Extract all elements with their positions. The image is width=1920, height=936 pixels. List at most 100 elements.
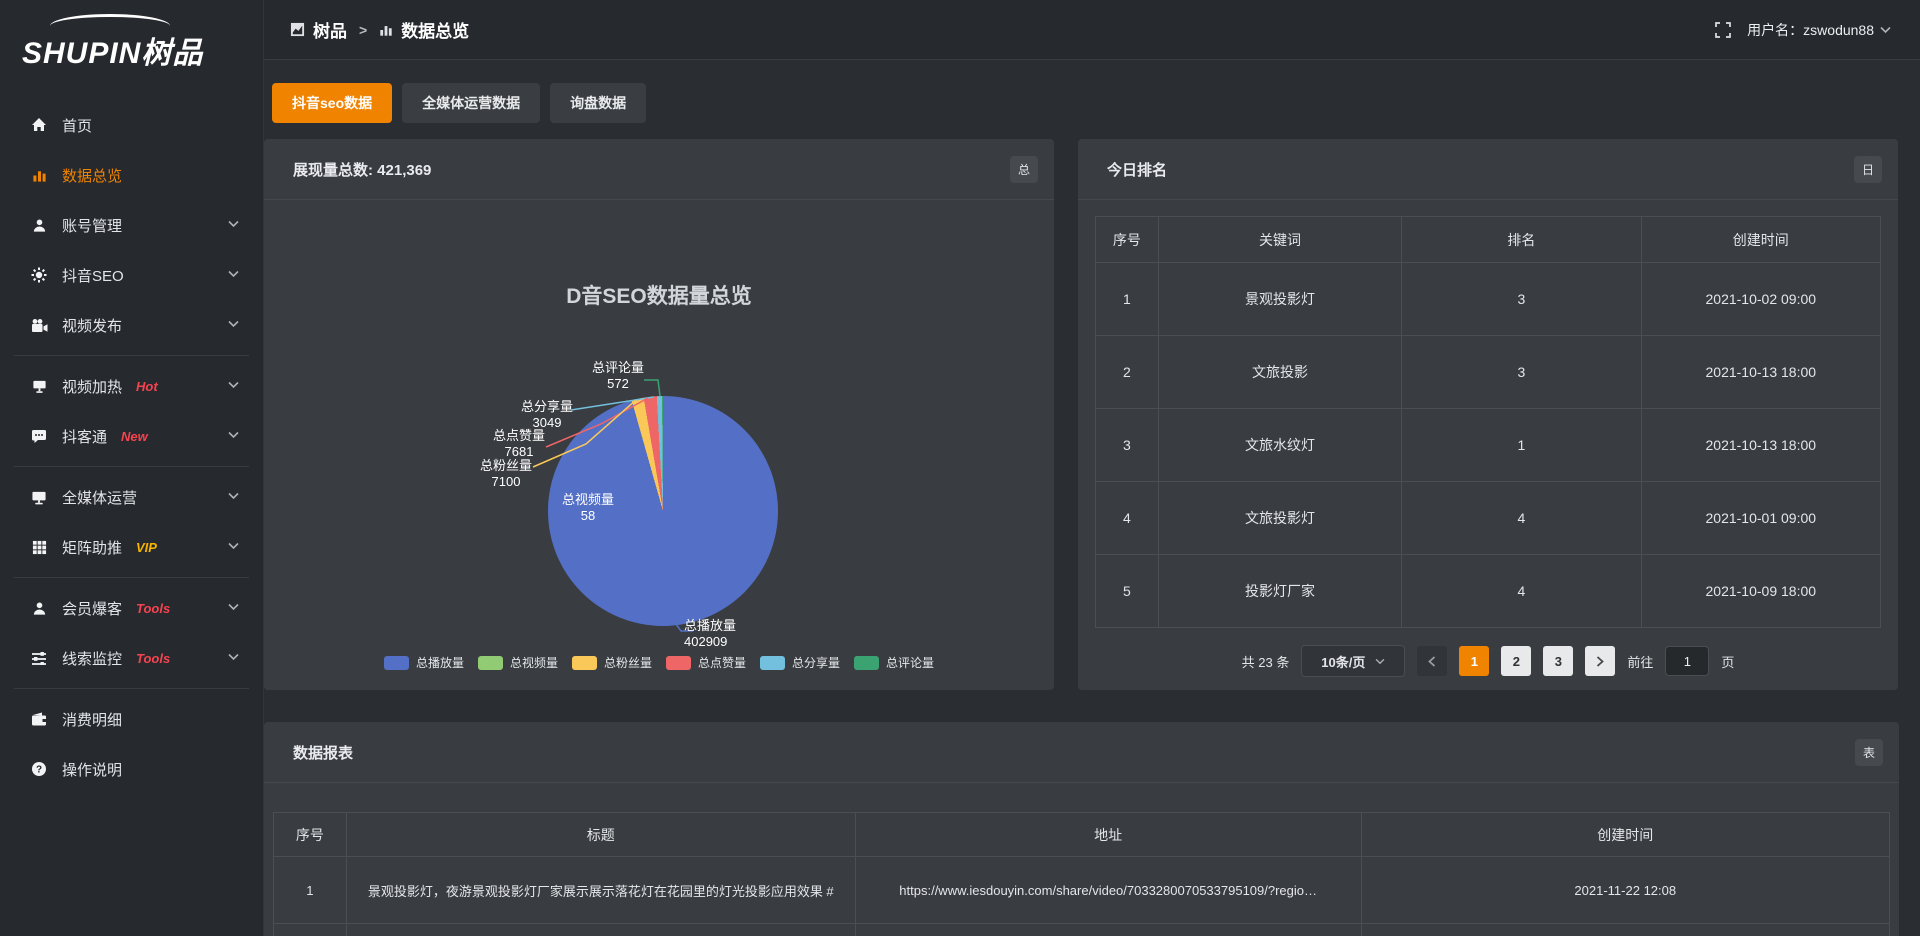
prev-page-button[interactable]: [1417, 646, 1447, 676]
impressions-total: 展现量总数: 421,369: [293, 159, 431, 180]
sidebar-item-label: 操作说明: [62, 759, 122, 780]
table-row[interactable]: 1 景观投影灯 3 2021-10-02 09:00: [1096, 263, 1881, 336]
cell-index: [274, 924, 347, 936]
cell-title: 景观投影灯，夜游景观投影灯厂家展示展示落花灯在花园里的灯光投影应用效果 #: [346, 857, 855, 924]
sidebar-item-account[interactable]: 账号管理: [0, 200, 263, 250]
cell-keyword: 投影灯厂家: [1158, 555, 1401, 628]
table-row[interactable]: 4 文旅投影灯 4 2021-10-01 09:00: [1096, 482, 1881, 555]
new-badge: New: [121, 429, 148, 444]
cell-keyword: 文旅投影灯: [1158, 482, 1401, 555]
sidebar-item-doketong[interactable]: 抖客通 New: [0, 411, 263, 461]
legend-item-likes[interactable]: 总点赞量: [666, 654, 746, 671]
tab-douyin-seo-data[interactable]: 抖音seo数据: [272, 83, 392, 123]
chevron-down-icon: [228, 603, 239, 611]
legend-item-plays[interactable]: 总播放量: [384, 654, 464, 671]
page-button-1[interactable]: 1: [1459, 646, 1489, 676]
cell-title: [346, 924, 855, 936]
sidebar-divider: [14, 466, 249, 467]
bar-chart-icon: [30, 167, 48, 183]
sidebar-item-douyin-seo[interactable]: 抖音SEO: [0, 250, 263, 300]
page-size-select[interactable]: 10条/页: [1301, 645, 1405, 677]
legend-item-comments[interactable]: 总评论量: [854, 654, 934, 671]
sidebar-item-all-media[interactable]: 全媒体运营: [0, 472, 263, 522]
sidebar-item-matrix-boost[interactable]: 矩阵助推 VIP: [0, 522, 263, 572]
sidebar-menu: 首页 数据总览 账号管理 抖音SEO 视频发布: [0, 100, 263, 794]
cell-created: 2021-10-13 18:00: [1641, 409, 1880, 482]
cell-rank: 3: [1402, 336, 1641, 409]
breadcrumb: 树品 > 数据总览: [290, 17, 469, 42]
breadcrumb-current: 数据总览: [401, 17, 469, 42]
chevron-down-icon: [228, 270, 239, 278]
sidebar-item-home[interactable]: 首页: [0, 100, 263, 150]
video-camera-icon: [30, 317, 48, 333]
legend-item-shares[interactable]: 总分享量: [760, 654, 840, 671]
page-unit-label: 页: [1721, 652, 1734, 671]
next-page-button[interactable]: [1585, 646, 1615, 676]
column-header-rank: 排名: [1402, 217, 1641, 263]
table-row[interactable]: 3 文旅水纹灯 1 2021-10-13 18:00: [1096, 409, 1881, 482]
user-menu[interactable]: 用户名：zswodun88: [1747, 20, 1891, 40]
person-icon: [30, 600, 48, 616]
cell-keyword: 景观投影灯: [1158, 263, 1401, 336]
report-panel-header: 数据报表 表: [264, 722, 1899, 783]
cell-video-link[interactable]: https://www.iesdouyin.com/share/video/70…: [855, 857, 1361, 924]
sidebar-item-label: 全媒体运营: [62, 487, 137, 508]
cell-index: 5: [1096, 555, 1159, 628]
legend-swatch: [384, 656, 409, 670]
page-button-3[interactable]: 3: [1543, 646, 1573, 676]
tab-all-media-data[interactable]: 全媒体运营数据: [402, 83, 540, 123]
sidebar-item-video-heat[interactable]: 视频加热 Hot: [0, 361, 263, 411]
sidebar-item-label: 矩阵助推: [62, 537, 122, 558]
column-header-title: 标题: [346, 813, 855, 857]
cell-rank: 4: [1402, 482, 1641, 555]
sidebar-item-member-baoke[interactable]: 会员爆客 Tools: [0, 583, 263, 633]
legend-swatch: [760, 656, 785, 670]
sidebar-item-label: 视频加热: [62, 376, 122, 397]
pagination-total: 共 23 条: [1242, 652, 1290, 671]
cell-created: 2021-10-13 18:00: [1641, 336, 1880, 409]
sidebar-item-consumption[interactable]: 消费明细: [0, 694, 263, 744]
cell-created: 2021-10-09 18:00: [1641, 555, 1880, 628]
column-header-created: 创建时间: [1641, 217, 1880, 263]
sidebar-item-label: 数据总览: [62, 165, 122, 186]
cell-index: 1: [274, 857, 347, 924]
table-row[interactable]: 1 景观投影灯，夜游景观投影灯厂家展示展示落花灯在花园里的灯光投影应用效果 # …: [274, 857, 1890, 924]
pie-label-fans: 总粉丝量7100: [441, 458, 571, 490]
sidebar-item-data-overview[interactable]: 数据总览: [0, 150, 263, 200]
column-header-index: 序号: [274, 813, 347, 857]
sidebar-item-clue-monitor[interactable]: 线索监控 Tools: [0, 633, 263, 683]
table-toggle-button[interactable]: 表: [1855, 739, 1883, 766]
sidebar-item-help[interactable]: ? 操作说明: [0, 744, 263, 794]
legend-item-fans[interactable]: 总粉丝量: [572, 654, 652, 671]
chevron-down-icon: [228, 381, 239, 389]
today-ranking-panel: 今日排名 日 序号 关键词 排名 创建时间: [1078, 139, 1898, 690]
chevron-down-icon: [1880, 26, 1891, 34]
sidebar-divider: [14, 688, 249, 689]
report-panel-title: 数据报表: [293, 742, 353, 763]
ranking-panel-header: 今日排名 日: [1078, 139, 1898, 200]
table-row[interactable]: 5 投影灯厂家 4 2021-10-09 18:00: [1096, 555, 1881, 628]
page-button-2[interactable]: 2: [1501, 646, 1531, 676]
table-row[interactable]: [274, 924, 1890, 936]
cell-rank: 4: [1402, 555, 1641, 628]
goto-page-input[interactable]: [1665, 646, 1709, 676]
cell-created: 2021-10-01 09:00: [1641, 482, 1880, 555]
breadcrumb-root[interactable]: 树品: [313, 17, 347, 42]
table-row[interactable]: 2 文旅投影 3 2021-10-13 18:00: [1096, 336, 1881, 409]
breadcrumb-separator: >: [357, 22, 369, 38]
sidebar-item-label: 消费明细: [62, 709, 122, 730]
pie-chart: D音SEO数据量总览 总评论量572 总分享量3049 总点赞量7681 总: [264, 200, 1054, 689]
sidebar: SHUPIN树品 首页 数据总览 账号管理 抖音SEO: [0, 0, 264, 936]
sidebar-item-video-publish[interactable]: 视频发布: [0, 300, 263, 350]
panels-row: 展现量总数: 421,369 总 D音SEO数据量总览: [264, 139, 1920, 690]
logo-text: SHUPIN树品: [22, 37, 203, 70]
cell-index: 2: [1096, 336, 1159, 409]
day-toggle-button[interactable]: 日: [1854, 156, 1882, 183]
fullscreen-icon[interactable]: [1715, 22, 1731, 38]
chevron-down-icon: [228, 653, 239, 661]
legend-item-videos[interactable]: 总视频量: [478, 654, 558, 671]
tab-inquiry-data[interactable]: 询盘数据: [550, 83, 646, 123]
sidebar-item-label: 账号管理: [62, 215, 122, 236]
logo: SHUPIN树品: [0, 0, 263, 82]
total-toggle-button[interactable]: 总: [1010, 156, 1038, 183]
